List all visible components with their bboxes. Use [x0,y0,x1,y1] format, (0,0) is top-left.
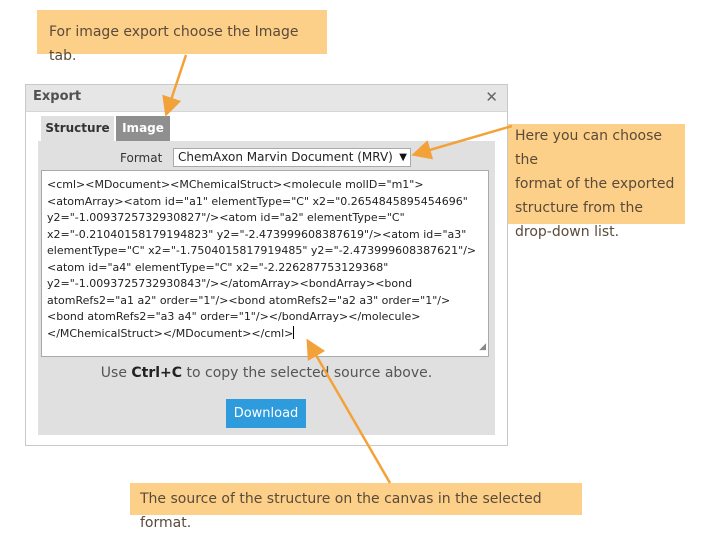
source-line: <atom id="a4" elementType="C" x2="-2.226… [47,260,389,274]
callout-image-tab: For image export choose the Image tab. [37,10,327,64]
callout-format-line: Here you can choose the [515,128,663,168]
tab-structure[interactable]: Structure [41,116,114,141]
source-line: x2="-0.21040158179194823" y2="-2.4739996… [47,227,467,241]
callout-format-line: structure from the [515,200,643,216]
callout-format: Here you can choose the format of the ex… [505,124,685,240]
download-button[interactable]: Download [226,399,306,428]
source-line: <cml><MDocument><MChemicalStruct><molecu… [47,178,424,191]
callout-format-line: format of the exported [515,176,675,192]
source-line: y2="-1.0093725732930843"/></atomArray><b… [47,277,413,290]
source-line-last: </MChemicalStruct></MDocument></cml> [47,325,483,343]
dialog-titlebar: Export ✕ [26,85,507,112]
copy-hint: Use Ctrl+C to copy the selected source a… [38,365,495,381]
copy-hint-pre: Use [100,365,132,381]
callout-image-tab-text: For image export choose the Image tab. [49,24,299,64]
chevron-down-icon: ▼ [399,152,407,163]
source-line: elementType="C" x2="-1.7504015817919485"… [47,244,477,257]
resize-handle-icon[interactable]: ◢ [479,339,486,356]
source-textarea[interactable]: <cml><MDocument><MChemicalStruct><molecu… [41,170,489,357]
source-line: y2="-1.0093725732930827"/><atom id="a2" … [47,211,405,224]
copy-hint-post: to copy the selected source above. [182,365,433,381]
callout-format-line: drop-down list. [515,224,620,240]
source-line: <bond atomRefs2="a3 a4" order="1"/></bon… [47,310,421,323]
callout-source: The source of the structure on the canva… [130,483,582,531]
format-select[interactable]: ChemAxon Marvin Document (MRV) ▼ [173,148,411,167]
text-cursor [293,325,295,339]
format-label: Format [120,151,163,165]
source-line: atomRefs2="a1 a2" order="1"/><bond atomR… [47,293,451,307]
copy-hint-key: Ctrl+C [131,365,183,381]
tab-image[interactable]: Image [116,116,170,141]
close-icon[interactable]: ✕ [485,88,498,106]
dialog-title: Export [33,89,82,104]
source-line: <atomArray><atom id="a1" elementType="C"… [47,194,468,208]
callout-source-text: The source of the structure on the canva… [140,491,542,531]
format-selected-value: ChemAxon Marvin Document (MRV) [178,150,393,164]
source-line-text: </MChemicalStruct></MDocument></cml> [47,326,294,340]
